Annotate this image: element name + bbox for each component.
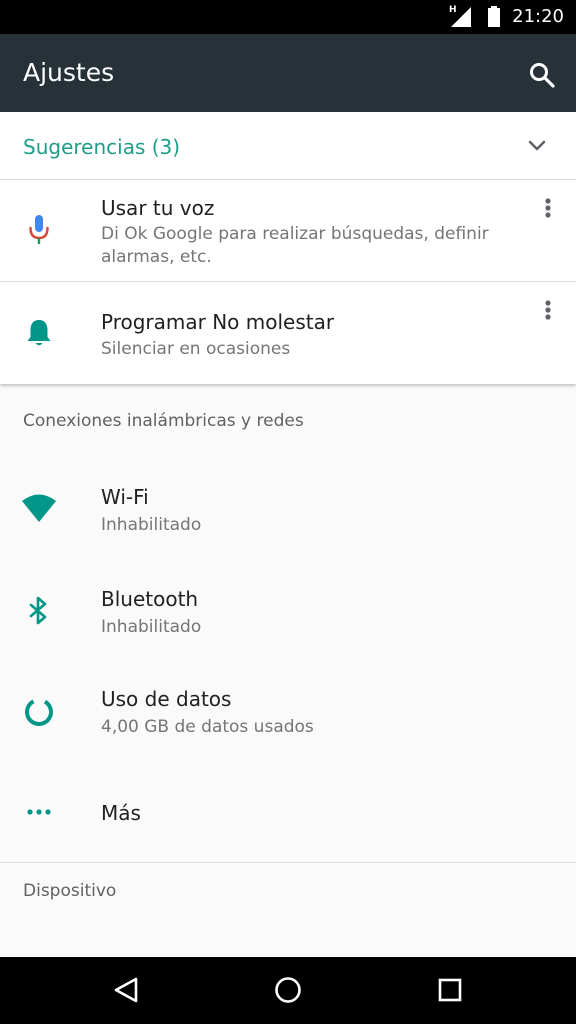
back-button[interactable] (98, 967, 154, 1013)
more-icon (27, 809, 51, 815)
app-bar: Ajustes (0, 34, 576, 112)
recents-icon (438, 978, 462, 1002)
settings-item-subtitle: Inhabilitado (101, 515, 202, 535)
suggestions-card: Sugerencias (3) Usar tu voz Di Ok Google… (0, 112, 576, 384)
home-icon (275, 977, 301, 1003)
search-icon (530, 63, 555, 88)
data-usage-icon (25, 698, 53, 726)
suggestion-subtitle: Di Ok Google para realizar búsquedas, de… (101, 224, 489, 267)
settings-item-more[interactable]: Más (0, 760, 576, 860)
battery-icon (488, 6, 500, 27)
suggestions-title: Sugerencias (3) (23, 135, 181, 159)
settings-item-title: Más (101, 801, 141, 825)
status-time: 21:20 (512, 6, 564, 27)
overflow-menu-button[interactable] (533, 290, 563, 330)
bell-icon (27, 320, 51, 346)
status-bar: H 21:20 (0, 0, 576, 34)
suggestion-voice[interactable]: Usar tu voz Di Ok Google para realizar b… (0, 180, 576, 282)
settings-item-subtitle: Inhabilitado (101, 617, 202, 637)
suggestion-title: Programar No molestar (101, 310, 335, 334)
suggestion-do-not-disturb[interactable]: Programar No molestar Silenciar en ocasi… (0, 282, 576, 384)
section-header-wireless: Conexiones inalámbricas y redes (23, 411, 304, 431)
wifi-icon (22, 494, 56, 522)
back-icon (114, 977, 138, 1003)
more-vert-icon (545, 300, 551, 320)
signal-icon (451, 7, 471, 27)
bluetooth-icon (29, 596, 47, 625)
settings-item-title: Bluetooth (101, 587, 199, 611)
microphone-icon (29, 215, 49, 244)
section-header-device: Dispositivo (23, 881, 117, 901)
page-title: Ajustes (23, 58, 115, 87)
recents-button[interactable] (422, 967, 478, 1013)
settings-item-wifi[interactable]: Wi-Fi Inhabilitado (0, 460, 576, 560)
suggestions-header[interactable]: Sugerencias (3) (0, 112, 576, 180)
settings-item-title: Uso de datos (101, 687, 232, 711)
chevron-down-icon (528, 140, 546, 151)
settings-item-title: Wi-Fi (101, 485, 149, 509)
suggestion-subtitle: Silenciar en ocasiones (101, 339, 291, 359)
search-button[interactable] (516, 52, 566, 98)
navigation-bar (0, 957, 576, 1024)
settings-list[interactable]: Sugerencias (3) Usar tu voz Di Ok Google… (0, 112, 576, 957)
section-divider (0, 862, 576, 863)
settings-item-subtitle: 4,00 GB de datos usados (101, 717, 314, 737)
settings-item-data-usage[interactable]: Uso de datos 4,00 GB de datos usados (0, 660, 576, 760)
suggestion-title: Usar tu voz (101, 196, 215, 220)
overflow-menu-button[interactable] (533, 188, 563, 228)
more-vert-icon (545, 198, 551, 218)
settings-item-bluetooth[interactable]: Bluetooth Inhabilitado (0, 560, 576, 660)
home-button[interactable] (260, 967, 316, 1013)
